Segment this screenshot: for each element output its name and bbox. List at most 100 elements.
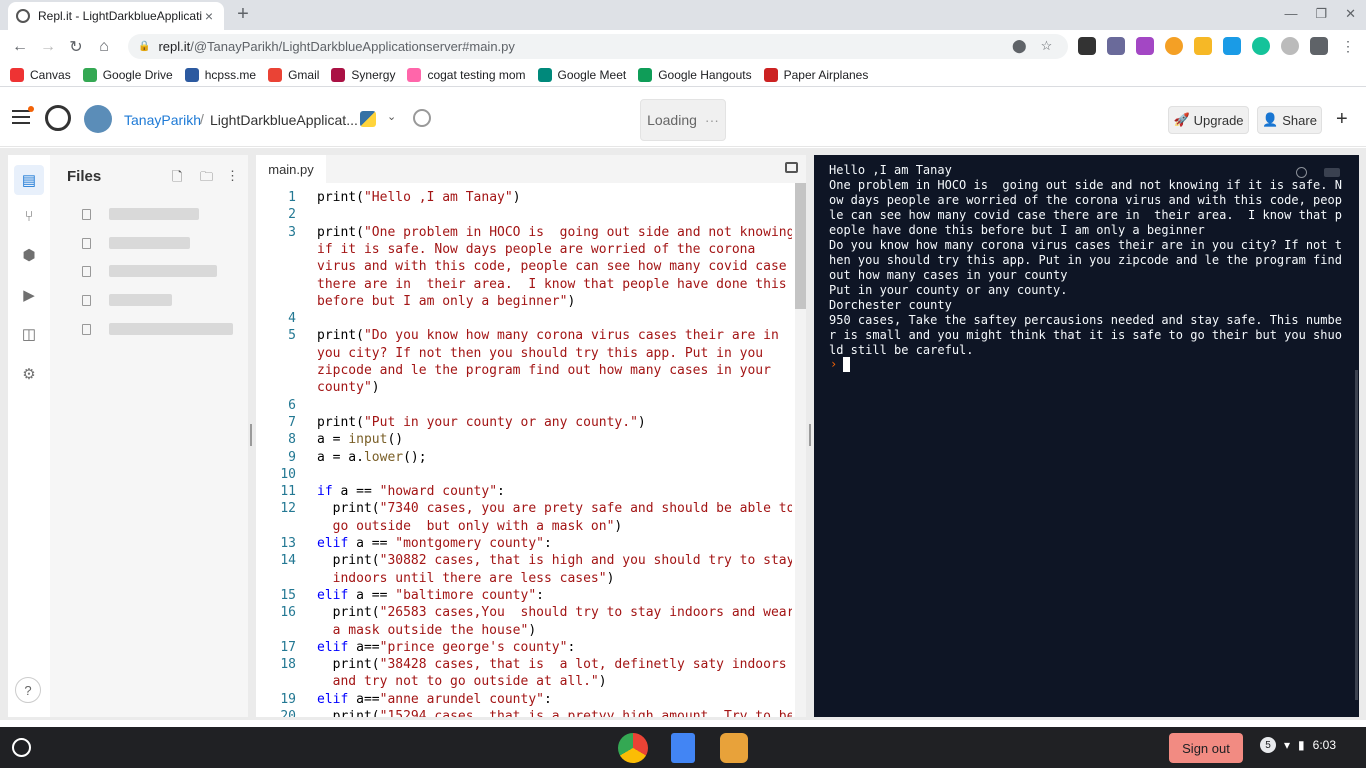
notification-badge: 5 bbox=[1260, 737, 1276, 753]
bookmark-favicon-icon bbox=[537, 67, 552, 82]
console-cursor bbox=[843, 357, 850, 372]
upgrade-button[interactable]: 🚀 Upgrade bbox=[1168, 106, 1249, 134]
line-number: 2 bbox=[288, 207, 296, 223]
system-tray[interactable]: 5 ▾ ▮ 6:03 bbox=[1260, 737, 1336, 753]
line-number: 13 bbox=[280, 536, 296, 551]
add-button[interactable]: + bbox=[1336, 108, 1348, 131]
replit-logo-icon[interactable] bbox=[45, 105, 71, 131]
new-folder-icon[interactable]: 🗀 bbox=[200, 168, 213, 190]
bookmark-item[interactable]: Paper Airplanes bbox=[763, 67, 869, 82]
tab-title: Repl.it - LightDarkblueApplicationserver bbox=[38, 9, 202, 23]
bookmark-label: Google Meet bbox=[557, 67, 627, 82]
line-number: 8 bbox=[288, 432, 296, 448]
bookmark-label: Paper Airplanes bbox=[783, 67, 869, 82]
bookmark-item[interactable]: Google Meet bbox=[537, 67, 627, 82]
packages-icon[interactable]: ⬢ bbox=[18, 244, 40, 266]
code-line: zipcode and le the program find out how … bbox=[317, 363, 771, 378]
bookmark-label: Google Drive bbox=[102, 67, 173, 82]
home-icon[interactable]: ⌂ bbox=[90, 38, 118, 56]
sign-out-button[interactable]: Sign out bbox=[1169, 733, 1243, 763]
extension-pdf-icon[interactable] bbox=[1107, 37, 1125, 55]
code-area[interactable]: 1 print("Hello ,I am Tanay") 2 3 print("One … bbox=[256, 183, 792, 717]
chevron-down-icon[interactable]: ⌄ bbox=[387, 110, 396, 123]
browser-menu-icon[interactable]: ⋮ bbox=[1339, 37, 1357, 55]
new-file-icon[interactable]: 🗋 bbox=[172, 168, 182, 190]
line-number: 1 bbox=[288, 190, 296, 205]
tab-close-icon[interactable]: × bbox=[202, 8, 216, 24]
run-button-loading[interactable]: Loading ··· bbox=[640, 99, 726, 141]
tab-strip: Repl.it - LightDarkblueApplicationserver… bbox=[0, 0, 1366, 30]
address-bar[interactable]: 🔒 repl.it/@TanayParikh/LightDarkblueAppl… bbox=[128, 34, 1068, 59]
docs-app-icon[interactable] bbox=[671, 733, 695, 763]
history-icon[interactable] bbox=[413, 109, 431, 127]
location-icon[interactable]: ⬤ bbox=[1012, 38, 1027, 54]
extension-grammarly-icon[interactable] bbox=[1252, 37, 1270, 55]
code-line: indoors until there are less cases") bbox=[317, 570, 615, 586]
code-line: print("Hello ,I am Tanay") bbox=[317, 190, 521, 205]
more-options-icon[interactable]: ⋮ bbox=[226, 168, 239, 184]
editor-scrollbar-thumb[interactable] bbox=[795, 183, 806, 309]
close-window-icon[interactable]: ✕ bbox=[1345, 6, 1356, 22]
bookmark-star-icon[interactable]: ☆ bbox=[1041, 38, 1053, 54]
panel-resize-handle[interactable] bbox=[250, 424, 252, 446]
loading-label: Loading bbox=[647, 112, 697, 128]
bookmark-item[interactable]: hcpss.me bbox=[184, 67, 256, 82]
version-control-icon[interactable]: ⑂ bbox=[18, 205, 40, 227]
bookmark-item[interactable]: Google Hangouts bbox=[638, 67, 752, 82]
database-icon[interactable]: ◫ bbox=[18, 323, 40, 345]
file-skeleton-row bbox=[82, 323, 233, 335]
extensions: ⋮ bbox=[1078, 37, 1357, 55]
clear-console-icon[interactable] bbox=[1324, 168, 1340, 177]
code-line: a = input() bbox=[317, 432, 404, 448]
extension-thumb-icon[interactable] bbox=[1194, 37, 1212, 55]
bookmark-item[interactable]: Synergy bbox=[331, 67, 395, 82]
forward-icon[interactable]: → bbox=[34, 38, 62, 56]
extension-spy-icon[interactable] bbox=[1078, 37, 1096, 55]
files-panel: Files 🗋 🗀 ⋮ bbox=[50, 155, 248, 717]
line-number: 20 bbox=[280, 709, 296, 717]
project-name[interactable]: LightDarkblueApplicat... bbox=[210, 112, 358, 128]
editor-tab-main-py[interactable]: main.py bbox=[256, 155, 326, 183]
extension-diamond-icon[interactable] bbox=[1223, 37, 1241, 55]
browser-tab[interactable]: Repl.it - LightDarkblueApplicationserver… bbox=[8, 2, 224, 30]
launcher-icon[interactable] bbox=[12, 738, 31, 757]
code-line: print("26583 cases,You should try to sta… bbox=[317, 605, 792, 621]
panel-resize-handle[interactable] bbox=[809, 424, 811, 446]
console-panel[interactable]: Hello ,I am Tanay One problem in HOCO is… bbox=[814, 155, 1359, 717]
settings-gear-icon[interactable]: ⚙ bbox=[18, 363, 40, 385]
new-tab-button[interactable]: + bbox=[232, 3, 254, 25]
debugger-icon[interactable]: ▶ bbox=[18, 284, 40, 306]
files-icon[interactable]: ▤ bbox=[14, 165, 44, 195]
file-skeleton-row bbox=[82, 237, 190, 249]
bookmark-item[interactable]: Gmail bbox=[268, 67, 319, 82]
chrome-app-icon[interactable] bbox=[618, 733, 648, 763]
restore-icon[interactable]: ❐ bbox=[1315, 6, 1327, 22]
extensions-puzzle-icon[interactable] bbox=[1310, 37, 1328, 55]
code-line: elif a=="prince george's county": bbox=[317, 639, 576, 655]
search-icon[interactable] bbox=[1296, 167, 1307, 178]
upgrade-label: Upgrade bbox=[1193, 112, 1244, 128]
battery-icon: ▮ bbox=[1298, 738, 1305, 752]
bookmark-item[interactable]: cogat testing mom bbox=[407, 67, 526, 82]
python-icon[interactable] bbox=[360, 111, 376, 127]
share-button[interactable]: 👤 Share bbox=[1257, 106, 1322, 134]
extension-puzzle-icon[interactable] bbox=[1136, 37, 1154, 55]
avatar[interactable] bbox=[84, 105, 112, 133]
bookmark-item[interactable]: Canvas bbox=[10, 67, 71, 82]
reload-icon[interactable]: ↻ bbox=[62, 37, 90, 57]
code-line: print("30882 cases, that is high and you… bbox=[317, 553, 792, 569]
help-button[interactable]: ? bbox=[15, 677, 41, 703]
rocket-icon: 🚀 bbox=[1173, 112, 1190, 127]
left-rail: ▤ ⑂ ⬢ ▶ ◫ ⚙ bbox=[8, 155, 50, 717]
console-scrollbar[interactable] bbox=[1355, 370, 1358, 700]
extension-clock-icon[interactable] bbox=[1281, 37, 1299, 55]
editor-menu-icon[interactable] bbox=[785, 162, 798, 173]
scratch-cat-app-icon[interactable] bbox=[720, 733, 748, 763]
username-link[interactable]: TanayParikh bbox=[124, 112, 201, 128]
back-icon[interactable]: ← bbox=[6, 38, 34, 56]
lock-icon: 🔒 bbox=[138, 41, 151, 52]
minimize-icon[interactable]: — bbox=[1284, 6, 1297, 22]
bookmark-item[interactable]: Google Drive bbox=[82, 67, 173, 82]
extension-coin-icon[interactable] bbox=[1165, 37, 1183, 55]
menu-hamburger-icon[interactable] bbox=[12, 106, 34, 128]
